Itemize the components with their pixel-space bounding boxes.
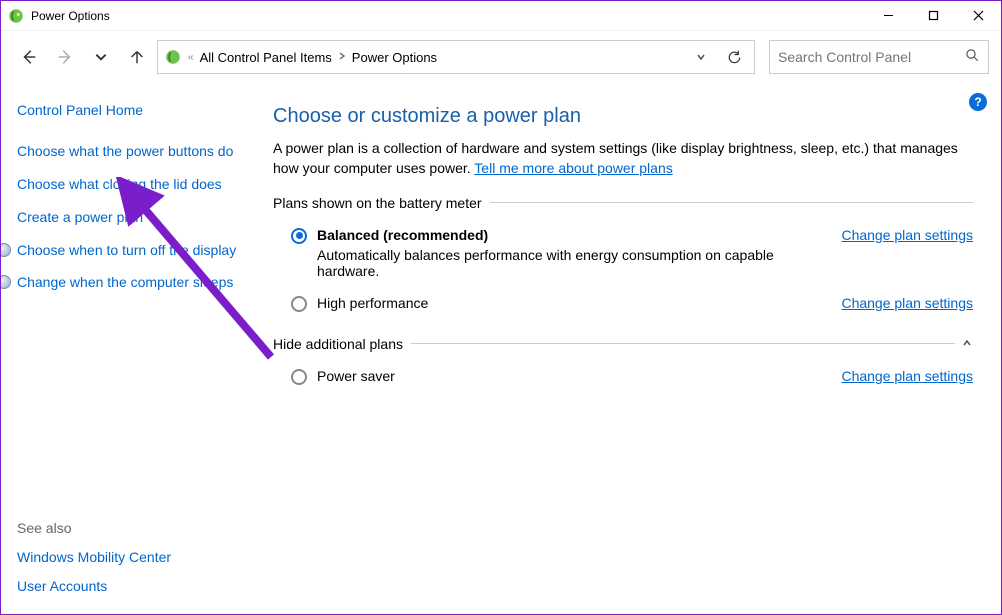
search-icon[interactable]	[965, 48, 980, 66]
plan-balanced-row: Balanced (recommended) Automatically bal…	[273, 225, 973, 293]
sidebar: Control Panel Home Choose what the power…	[1, 83, 257, 614]
chevron-up-icon	[961, 336, 973, 352]
breadcrumb-seg-current[interactable]: Power Options	[352, 50, 437, 65]
sidebar-mobility-link[interactable]: Windows Mobility Center	[17, 548, 245, 567]
sidebar-create-plan-link[interactable]: Create a power plan	[17, 208, 245, 227]
nav-back-button[interactable]	[13, 41, 45, 73]
nav-recent-button[interactable]	[85, 41, 117, 73]
sidebar-sleep-link[interactable]: Change when the computer sleeps	[1, 273, 245, 292]
plan-saver-name: Power saver	[317, 368, 831, 384]
page-description: A power plan is a collection of hardware…	[273, 138, 973, 179]
nav-up-button[interactable]	[121, 41, 153, 73]
plan-balanced-name: Balanced (recommended)	[317, 227, 831, 243]
maximize-button[interactable]	[911, 1, 956, 30]
refresh-button[interactable]	[720, 50, 748, 65]
content-body: Control Panel Home Choose what the power…	[1, 83, 1001, 614]
nav-forward-button[interactable]	[49, 41, 81, 73]
sidebar-item-label: Change when the computer sleeps	[17, 274, 233, 290]
see-also-heading: See also	[17, 520, 245, 536]
breadcrumb-seg-all[interactable]: All Control Panel Items	[200, 50, 332, 65]
main-panel: Choose or customize a power plan A power…	[257, 83, 1001, 614]
sidebar-closing-lid-link[interactable]: Choose what closing the lid does	[17, 175, 245, 194]
sidebar-user-accounts-link[interactable]: User Accounts	[17, 577, 245, 596]
sidebar-display-off-link[interactable]: Choose when to turn off the display	[1, 241, 245, 260]
page-heading: Choose or customize a power plan	[273, 105, 973, 128]
plan-highperf-name: High performance	[317, 295, 831, 311]
sidebar-item-label: Choose when to turn off the display	[17, 242, 236, 258]
plan-balanced-radio[interactable]	[291, 228, 307, 244]
plan-highperf-row: High performance Change plan settings	[273, 293, 973, 326]
window-controls	[866, 1, 1001, 30]
learn-more-link[interactable]: Tell me more about power plans	[474, 160, 672, 176]
sidebar-home-link[interactable]: Control Panel Home	[17, 101, 245, 120]
search-box[interactable]	[769, 40, 989, 74]
divider	[411, 343, 955, 344]
plan-balanced-desc: Automatically balances performance with …	[317, 247, 831, 279]
plan-highperf-settings-link[interactable]: Change plan settings	[841, 295, 973, 311]
group-additional-plans[interactable]: Hide additional plans	[273, 336, 973, 352]
app-icon	[7, 7, 25, 25]
nav-row: « All Control Panel Items Power Options	[1, 31, 1001, 83]
group-label-text: Hide additional plans	[273, 336, 403, 352]
shield-icon	[1, 243, 11, 257]
group-label-text: Plans shown on the battery meter	[273, 195, 482, 211]
plan-highperf-radio[interactable]	[291, 296, 307, 312]
window-title: Power Options	[31, 9, 866, 23]
location-icon	[164, 48, 182, 66]
divider	[490, 202, 973, 203]
address-dropdown-button[interactable]	[688, 51, 714, 63]
window: Power Options	[0, 0, 1002, 615]
close-button[interactable]	[956, 1, 1001, 30]
minimize-button[interactable]	[866, 1, 911, 30]
address-bar[interactable]: « All Control Panel Items Power Options	[157, 40, 755, 74]
plan-saver-settings-link[interactable]: Change plan settings	[841, 368, 973, 384]
plan-saver-radio[interactable]	[291, 369, 307, 385]
search-input[interactable]	[778, 49, 965, 65]
titlebar: Power Options	[1, 1, 1001, 31]
group-battery-plans: Plans shown on the battery meter	[273, 195, 973, 211]
chevron-right-icon	[338, 52, 346, 63]
sidebar-power-buttons-link[interactable]: Choose what the power buttons do	[17, 142, 245, 161]
breadcrumb-sep-icon: «	[188, 52, 194, 63]
shield-icon	[1, 275, 11, 289]
plan-balanced-settings-link[interactable]: Change plan settings	[841, 227, 973, 243]
plan-saver-row: Power saver Change plan settings	[273, 366, 973, 399]
